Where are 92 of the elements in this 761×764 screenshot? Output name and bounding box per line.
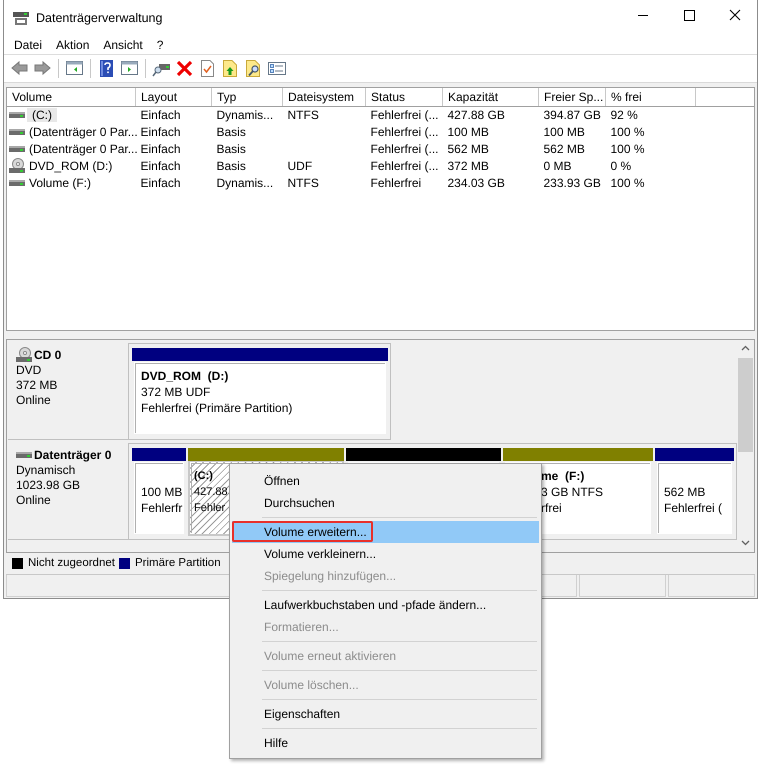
table-cell: 0 % (610, 158, 632, 172)
drive-name[interactable]: (Datenträger 0 Par... (27, 142, 140, 156)
table-cell: Fehlerfrei (... (370, 108, 439, 122)
menu-item[interactable]: Laufwerkbuchstaben und -pfade ändern... (232, 594, 539, 616)
table-cell: UDF (288, 158, 312, 172)
partition-name: me (F:) (541, 468, 584, 484)
properties-icon[interactable] (198, 59, 217, 78)
table-cell: 372 MB (448, 158, 489, 172)
back-arrow-icon[interactable] (10, 59, 29, 78)
table-cell: Fehlerfrei (... (370, 158, 439, 172)
partition-info: 372 MB UDF (141, 384, 210, 400)
table-cell: 100 MB (448, 124, 489, 138)
drive-name[interactable]: Volume (F:) (27, 176, 94, 190)
table-cell: Basis (216, 142, 246, 156)
column-header[interactable]: Layout (136, 88, 212, 106)
partition-name: (C:) (194, 469, 213, 484)
table-cell: Dynamis... (216, 108, 274, 122)
menu-item[interactable]: Volume erweitern... (232, 521, 539, 543)
column-header[interactable]: Status (366, 88, 442, 106)
menu-item[interactable]: Eigenschaften (232, 703, 539, 725)
table-cell: Einfach (140, 158, 181, 172)
window-title: Datenträgerverwaltung (36, 11, 164, 25)
table-cell: 92 % (610, 108, 638, 122)
table-cell: 100 MB (544, 124, 585, 138)
legend-label: Nicht zugeordnet (28, 557, 115, 569)
table-cell: Fehlerfrei (370, 176, 422, 190)
menu-item[interactable]: Ansicht (96, 38, 150, 52)
table-cell: Fehlerfrei (... (370, 124, 439, 138)
forward-arrow-icon[interactable] (33, 59, 52, 78)
cd-drive-icon (16, 347, 32, 362)
disk-size: 1023.98 GB (16, 478, 82, 493)
partition-info: Fehlerfr (141, 500, 182, 516)
table-cell: 427.88 GB (448, 108, 505, 122)
disk-type: DVD (16, 363, 42, 378)
table-cell: Dynamis... (216, 176, 274, 190)
disk-size: 372 MB (16, 378, 58, 393)
help-book-icon[interactable] (97, 59, 116, 78)
menu-item[interactable]: Aktion (49, 38, 96, 52)
menu-item[interactable]: Datei (7, 38, 50, 52)
console-tree-icon[interactable] (65, 59, 84, 78)
folder-search-icon[interactable] (244, 59, 263, 78)
partition-info: Fehler (194, 501, 226, 516)
delete-icon[interactable] (175, 59, 194, 78)
menu-item[interactable]: Hilfe (232, 732, 539, 754)
table-cell: Einfach (140, 124, 181, 138)
checklist-icon[interactable] (267, 59, 286, 78)
table-cell: 100 % (610, 142, 645, 156)
partition-info: rfrei (541, 500, 562, 516)
table-cell: 100 % (610, 124, 645, 138)
legend-label: Primäre Partition (134, 557, 221, 569)
table-cell: 233.93 GB (544, 176, 601, 190)
table-cell: Fehlerfrei (... (370, 142, 439, 156)
column-header[interactable]: Volume (7, 88, 136, 106)
column-header[interactable]: Dateisystem (282, 88, 366, 106)
partition-name: DVD_ROM (D:) (141, 368, 228, 384)
table-cell: NTFS (288, 176, 319, 190)
folder-up-icon[interactable] (221, 59, 240, 78)
column-header[interactable]: Kapazität (442, 88, 538, 106)
table-cell: Einfach (140, 108, 181, 122)
partition-info: 427.88 (194, 485, 228, 500)
disk-name: Datenträger 0 (34, 448, 112, 462)
partition-info: Fehlerfrei (Primäre Partition) (141, 400, 292, 416)
cd-drive-icon (9, 158, 25, 173)
partition-info: 562 MB (664, 484, 706, 500)
table-cell: Einfach (140, 142, 181, 156)
disk-status: Online (16, 493, 52, 508)
partition-info: 3 GB NTFS (541, 484, 604, 500)
column-header[interactable]: % frei (606, 88, 696, 106)
table-cell: 562 MB (544, 142, 585, 156)
partition-info: Fehlerfrei ( (664, 500, 722, 516)
table-cell: NTFS (288, 108, 319, 122)
table-cell: Basis (216, 158, 246, 172)
disk-name: CD 0 (34, 348, 62, 362)
table-cell: Basis (216, 124, 246, 138)
disk-type: Dynamisch (16, 463, 76, 478)
app-icon (12, 10, 30, 26)
table-cell: 394.87 GB (544, 108, 601, 122)
action-pane-icon[interactable] (120, 59, 139, 78)
table-cell: 562 MB (448, 142, 489, 156)
menu-item[interactable]: Volume verkleinern... (232, 543, 539, 565)
drive-name[interactable]: DVD_ROM (D:) (27, 158, 114, 172)
column-header[interactable]: Typ (212, 88, 282, 106)
table-cell: 0 MB (544, 158, 572, 172)
drive-name[interactable]: (Datenträger 0 Par... (27, 124, 140, 138)
partition-info: 100 MB (141, 484, 182, 500)
table-cell: 100 % (610, 176, 645, 190)
menu-item[interactable]: ? (150, 38, 170, 52)
column-header[interactable]: Freier Sp... (538, 88, 606, 106)
table-cell: 234.03 GB (448, 176, 505, 190)
drive-name[interactable]: (C:) (27, 108, 57, 122)
table-cell: Einfach (140, 176, 181, 190)
disk-status: Online (16, 393, 52, 408)
